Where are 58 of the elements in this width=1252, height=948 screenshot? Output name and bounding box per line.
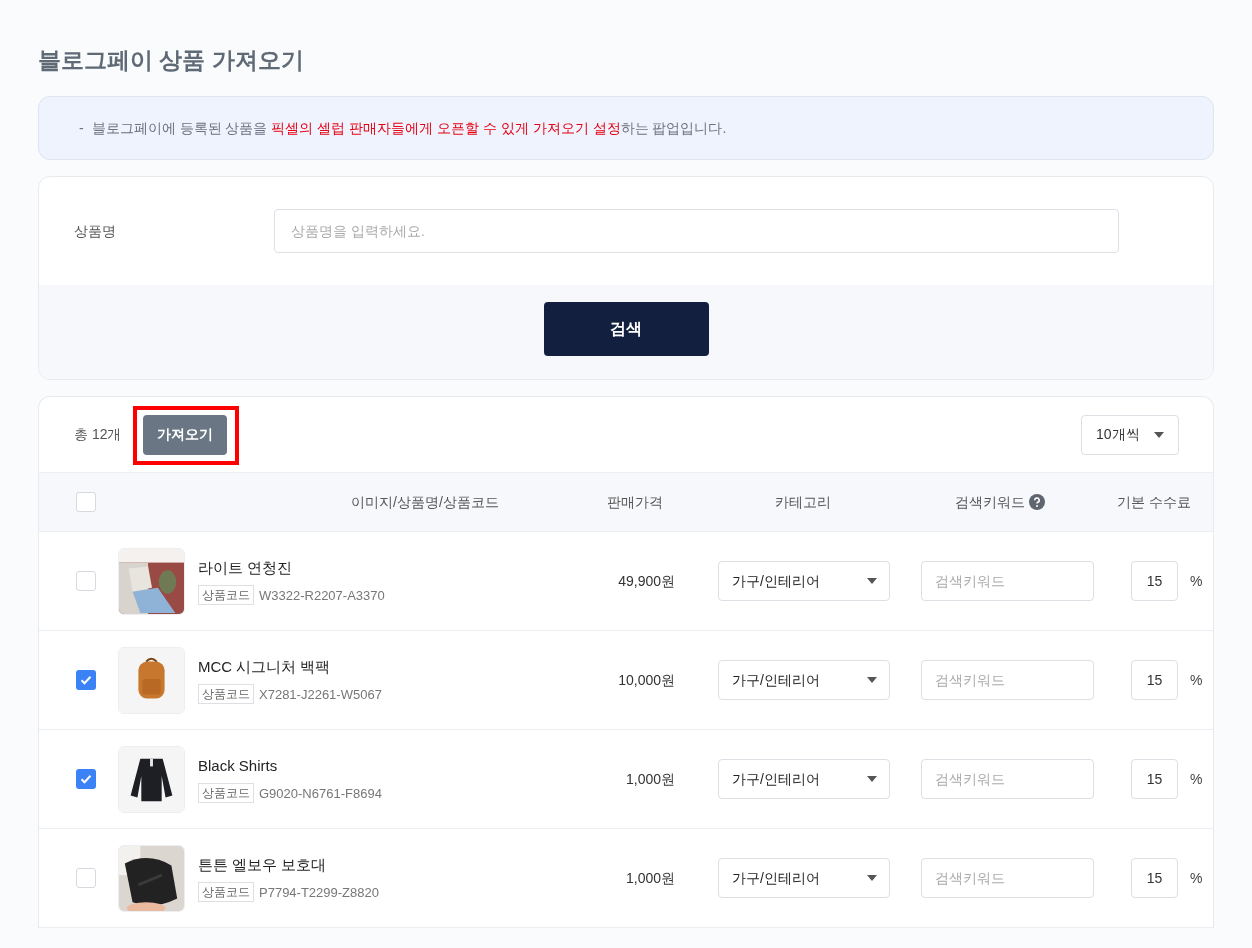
product-name: Black Shirts	[198, 755, 279, 776]
import-button[interactable]: 가져오기	[143, 414, 228, 455]
category-select[interactable]: 가구/인테리어	[718, 561, 890, 601]
column-header: 기본 수수료	[1117, 492, 1191, 512]
fee-unit: %	[1190, 769, 1203, 789]
keyword-field[interactable]: 검색키워드	[921, 660, 1094, 700]
product-code: W3322-R2207-A3370	[259, 586, 385, 605]
check-icon	[79, 673, 93, 687]
product-name: 튼튼 엘보우 보호대	[198, 854, 328, 875]
caret-icon	[867, 677, 877, 683]
column-header: 이미지/상품명/상품코드	[351, 492, 499, 512]
help-icon[interactable]	[1029, 494, 1045, 510]
page-size-select[interactable]: 10개씩	[1081, 414, 1179, 455]
category-select[interactable]: 가구/인테리어	[718, 660, 890, 700]
price: 10,000원	[617, 670, 675, 690]
caret-icon	[867, 578, 877, 584]
category-select[interactable]: 가구/인테리어	[718, 858, 890, 898]
column-header: 판매가격	[607, 492, 663, 512]
column-header: 검색키워드	[955, 492, 1025, 512]
fee-unit: %	[1190, 868, 1203, 888]
page-title: 블로그페이 상품 가져오기	[38, 46, 305, 75]
caret-icon	[867, 776, 877, 782]
keyword-field[interactable]: 검색키워드	[921, 561, 1094, 601]
keyword-field[interactable]: 검색키워드	[921, 759, 1094, 799]
code-tag: 상품코드	[198, 684, 254, 705]
price: 1,000원	[624, 769, 675, 789]
product-name: 라이트 연청진	[198, 557, 294, 578]
caret-icon	[1154, 431, 1164, 438]
search-button[interactable]: 검색	[543, 302, 709, 356]
total-count: 총 12개	[74, 425, 122, 444]
price: 1,000원	[624, 868, 675, 888]
fee-field[interactable]: 15	[1131, 561, 1178, 601]
product-name-field[interactable]: 상품명을 입력하세요.	[274, 209, 1119, 253]
code-tag: 상품코드	[198, 783, 254, 804]
column-header: 카테고리	[774, 492, 831, 512]
fee-field[interactable]: 15	[1131, 858, 1178, 898]
price: 49,900원	[617, 571, 675, 591]
caret-icon	[867, 875, 877, 881]
category-select[interactable]: 가구/인테리어	[718, 759, 890, 799]
checkbox[interactable]	[76, 492, 96, 512]
checkbox[interactable]	[76, 670, 96, 690]
product-name: MCC 시그니처 백팩	[198, 656, 332, 677]
checkbox[interactable]	[76, 769, 96, 789]
fee-unit: %	[1190, 670, 1203, 690]
product-code: P7794-T2299-Z8820	[259, 883, 379, 902]
checkbox[interactable]	[76, 571, 96, 591]
field-label: 상품명	[74, 221, 117, 241]
code-tag: 상품코드	[198, 585, 254, 606]
notice-text: - 블로그페이에 등록된 상품을 픽셀의 셀럽 판매자들에게 오픈할 수 있게 가져오기 설정하는 팝업입니다.	[79, 118, 727, 138]
code-tag: 상품코드	[198, 882, 254, 903]
checkbox[interactable]	[76, 868, 96, 888]
product-code: X7281-J2261-W5067	[259, 685, 382, 704]
check-icon	[79, 772, 93, 786]
product-code: G9020-N6761-F8694	[259, 784, 382, 803]
fee-unit: %	[1190, 571, 1203, 591]
fee-field[interactable]: 15	[1131, 759, 1178, 799]
fee-field[interactable]: 15	[1131, 660, 1178, 700]
keyword-field[interactable]: 검색키워드	[921, 858, 1094, 898]
